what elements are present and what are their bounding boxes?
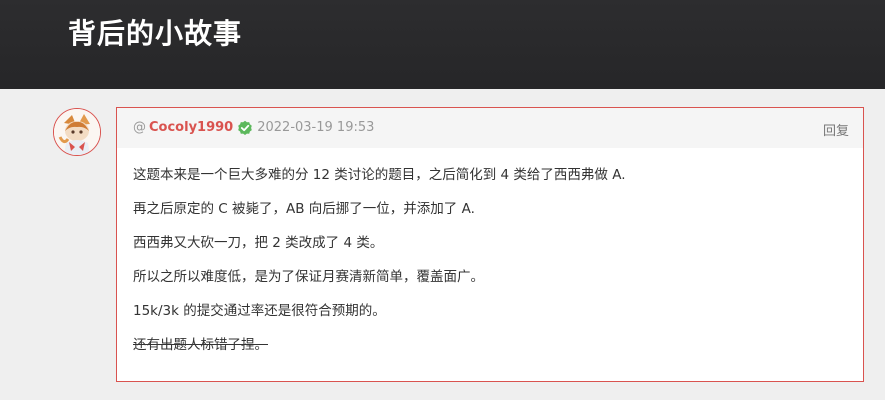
comment-paragraph: 再之后原定的 C 被毙了，AB 向后挪了一位，并添加了 A. [133, 201, 475, 217]
reply-button[interactable]: 回复 [823, 120, 849, 139]
check-badge-icon [237, 120, 253, 136]
comment-date: 2022-03-19 19:53 [257, 120, 375, 135]
page-header: 背后的小故事 [0, 0, 885, 89]
comment-paragraph: 这题本来是一个巨大多难的分 12 类讨论的题目，之后简化到 4 类给了西西弗做 … [133, 167, 626, 183]
username-link[interactable]: Cocoly1990 [149, 120, 233, 136]
page-title: 背后的小故事 [68, 17, 243, 50]
comment-header: @ Cocoly1990 2022-03-19 19:53 回复 [117, 108, 863, 148]
avatar-image [54, 109, 100, 155]
comment-card: @ Cocoly1990 2022-03-19 19:53 回复 这题本来是一个… [116, 107, 864, 382]
comment-paragraph-strikethrough: 还有出题人标错了捏。 [133, 337, 268, 353]
comment-paragraph: 所以之所以难度低，是为了保证月赛清新简单，覆盖面广。 [133, 269, 484, 285]
comment-meta: @ Cocoly1990 2022-03-19 19:53 [133, 120, 374, 136]
comment-body: 这题本来是一个巨大多难的分 12 类讨论的题目，之后简化到 4 类给了西西弗做 … [133, 166, 843, 370]
comment-paragraph: 15k/3k 的提交通过率还是很符合预期的。 [133, 303, 386, 319]
avatar[interactable] [53, 108, 101, 156]
comment-paragraph: 西西弗又大砍一刀，把 2 类改成了 4 类。 [133, 235, 384, 251]
at-sign: @ [133, 120, 146, 135]
